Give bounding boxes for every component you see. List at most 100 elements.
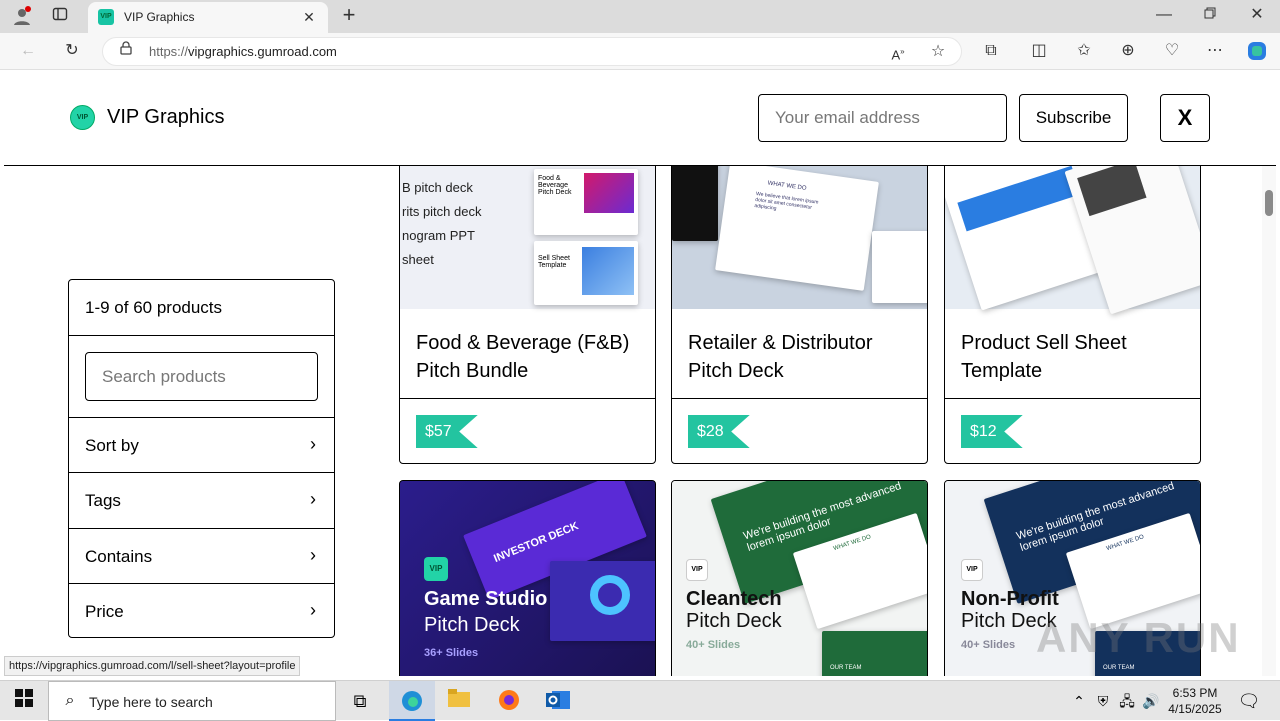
product-card-game-studio[interactable]: INVESTOR DECK VIP Game Studio Pitch Deck…	[399, 480, 656, 676]
thumb-slide-body: We believe that lorem ipsum dolor sit am…	[753, 191, 819, 212]
chevron-right-icon: ›	[310, 489, 316, 509]
filter-panel: 1-9 of 60 products Sort by › Tags › Cont…	[68, 279, 335, 638]
filter-label: Price	[85, 602, 124, 621]
copilot-icon[interactable]	[1246, 40, 1268, 60]
tab-title: VIP Graphics	[124, 10, 195, 24]
site-name[interactable]: VIP Graphics	[107, 106, 224, 129]
volume-icon[interactable]: 🔊	[1138, 689, 1164, 713]
notifications-icon[interactable]: 🗨	[1236, 689, 1262, 713]
tab-vip-graphics[interactable]: VIP VIP Graphics ✕	[88, 2, 328, 33]
vip-badge: VIP	[424, 557, 448, 581]
product-title[interactable]: Retailer & Distributor Pitch Deck	[688, 329, 918, 385]
filter-sort-by[interactable]: Sort by ›	[69, 417, 334, 473]
split-screen-icon[interactable]: ◫	[1028, 41, 1050, 61]
browser-essentials-icon[interactable]: ♡	[1161, 41, 1183, 61]
watermark: ANY RUN	[1036, 614, 1241, 661]
taskbar-clock[interactable]: 6:53 PM 4/15/2025	[1165, 685, 1225, 717]
favicon-icon: VIP	[98, 9, 114, 25]
product-title[interactable]: Product Sell Sheet Template	[961, 329, 1191, 385]
vip-badge: VIP	[686, 559, 708, 581]
search-products-input[interactable]	[85, 352, 318, 401]
chevron-right-icon: ›	[310, 600, 316, 620]
thumb-slide-count: 40+ Slides	[961, 639, 1016, 651]
clock-date: 4/15/2025	[1168, 702, 1222, 716]
refresh-icon[interactable]: ↻	[61, 41, 83, 61]
minimize-icon[interactable]: —	[1153, 5, 1175, 25]
page-scrollbar[interactable]	[1262, 166, 1276, 676]
thumb-slide-count: 36+ Slides	[424, 647, 479, 659]
lock-icon	[115, 41, 137, 61]
logo[interactable]: VIP	[70, 105, 95, 130]
collections-icon[interactable]: ⊕	[1117, 41, 1139, 61]
subscribe-button[interactable]: Subscribe	[1019, 94, 1128, 142]
security-tray-icon[interactable]: ⛨	[1090, 689, 1116, 713]
price-row: $12	[945, 398, 1200, 463]
tab-actions-icon[interactable]	[49, 6, 71, 26]
status-bar-url: https://vipgraphics.gumroad.com/l/sell-s…	[4, 656, 301, 676]
x-social-button[interactable]: X	[1160, 94, 1210, 142]
filter-label: Tags	[85, 491, 121, 510]
thumb-slide-heading: WHAT WE DO	[1105, 534, 1145, 553]
price-tag: $57	[416, 415, 478, 448]
price-row: $28	[672, 398, 927, 463]
thumb-line: sheet	[402, 252, 434, 267]
more-menu-icon[interactable]: ⋯	[1204, 41, 1226, 61]
outlook-icon[interactable]	[545, 689, 571, 713]
taskbar-search-box[interactable]: ⌕ Type here to search	[48, 681, 336, 721]
restore-icon[interactable]	[1199, 5, 1221, 25]
read-aloud-icon[interactable]: A»	[887, 42, 909, 62]
network-icon[interactable]: 🖧	[1114, 689, 1140, 713]
thumb-slide-title: Food & Beverage Pitch Deck	[538, 175, 572, 196]
clock-time: 6:53 PM	[1172, 686, 1218, 700]
thumb-title-line2: Pitch Deck	[686, 610, 782, 632]
show-hidden-icons[interactable]: ⌃	[1066, 689, 1092, 713]
search-icon: ⌕	[65, 692, 75, 709]
email-input[interactable]	[758, 94, 1007, 142]
product-thumbnail: INVESTOR DECK VIP Game Studio Pitch Deck…	[400, 481, 655, 676]
thumb-slide-heading: WHAT WE DO	[832, 534, 872, 553]
file-explorer-icon[interactable]	[446, 689, 472, 713]
thumb-line: nogram PPT	[402, 228, 475, 243]
windows-start-icon[interactable]	[11, 689, 37, 713]
edge-icon[interactable]	[389, 681, 435, 721]
search-row	[69, 335, 334, 418]
close-tab-icon[interactable]: ✕	[298, 7, 320, 27]
favorite-star-icon[interactable]: ☆	[927, 42, 949, 62]
product-title[interactable]: Food & Beverage (F&B) Pitch Bundle	[416, 329, 646, 385]
close-window-icon[interactable]: ✕	[1246, 5, 1268, 25]
scrollbar-thumb[interactable]	[1265, 190, 1273, 216]
page-viewport: VIP VIP Graphics Subscribe X 1-9 of 60 p…	[4, 70, 1276, 676]
filter-contains[interactable]: Contains ›	[69, 528, 334, 584]
thumb-line: B pitch deck	[402, 180, 473, 195]
product-thumbnail: We're building the most advanced lorem i…	[672, 481, 927, 676]
thumb-team-label: OUR TEAM	[1103, 665, 1135, 671]
new-tab-button[interactable]: +	[338, 4, 360, 26]
thumb-slide-title: Sell Sheet Template	[538, 255, 570, 269]
chevron-right-icon: ›	[310, 434, 316, 454]
thumb-team-label: OUR TEAM	[830, 665, 862, 671]
product-count: 1-9 of 60 products	[85, 298, 223, 317]
chevron-right-icon: ›	[310, 545, 316, 565]
favorites-icon[interactable]: ✩	[1073, 41, 1095, 61]
browser-toolbar: ← ↻ https://vipgraphics.gumroad.com A» ☆…	[0, 33, 1280, 70]
price-row: $57	[400, 398, 655, 463]
task-view-icon[interactable]: ⧉	[347, 689, 373, 713]
extensions-icon[interactable]: ⧉	[980, 41, 1002, 61]
back-icon[interactable]: ←	[17, 41, 39, 61]
firefox-icon[interactable]	[496, 689, 522, 713]
taskbar-search-placeholder: Type here to search	[89, 694, 213, 710]
thumb-title-line1: Game Studio	[424, 588, 548, 610]
address-bar[interactable]: https://vipgraphics.gumroad.com A» ☆	[102, 37, 962, 66]
url-text: https://vipgraphics.gumroad.com	[149, 44, 337, 59]
price-tag: $28	[688, 415, 750, 448]
filter-label: Sort by	[85, 436, 139, 455]
profile-icon[interactable]	[11, 6, 33, 26]
browser-tab-bar: VIP VIP Graphics ✕ + — ✕	[0, 0, 1280, 33]
windows-taskbar: ⌕ Type here to search ⧉ ⌃ ⛨ 🖧 🔊 6:53 PM …	[0, 680, 1280, 721]
filter-label: Contains	[85, 547, 153, 566]
thumb-slide-count: 40+ Slides	[686, 639, 741, 651]
thumb-line: rits pitch deck	[402, 204, 482, 219]
product-card-cleantech[interactable]: We're building the most advanced lorem i…	[671, 480, 928, 676]
filter-tags[interactable]: Tags ›	[69, 472, 334, 528]
filter-price[interactable]: Price ›	[69, 583, 334, 638]
